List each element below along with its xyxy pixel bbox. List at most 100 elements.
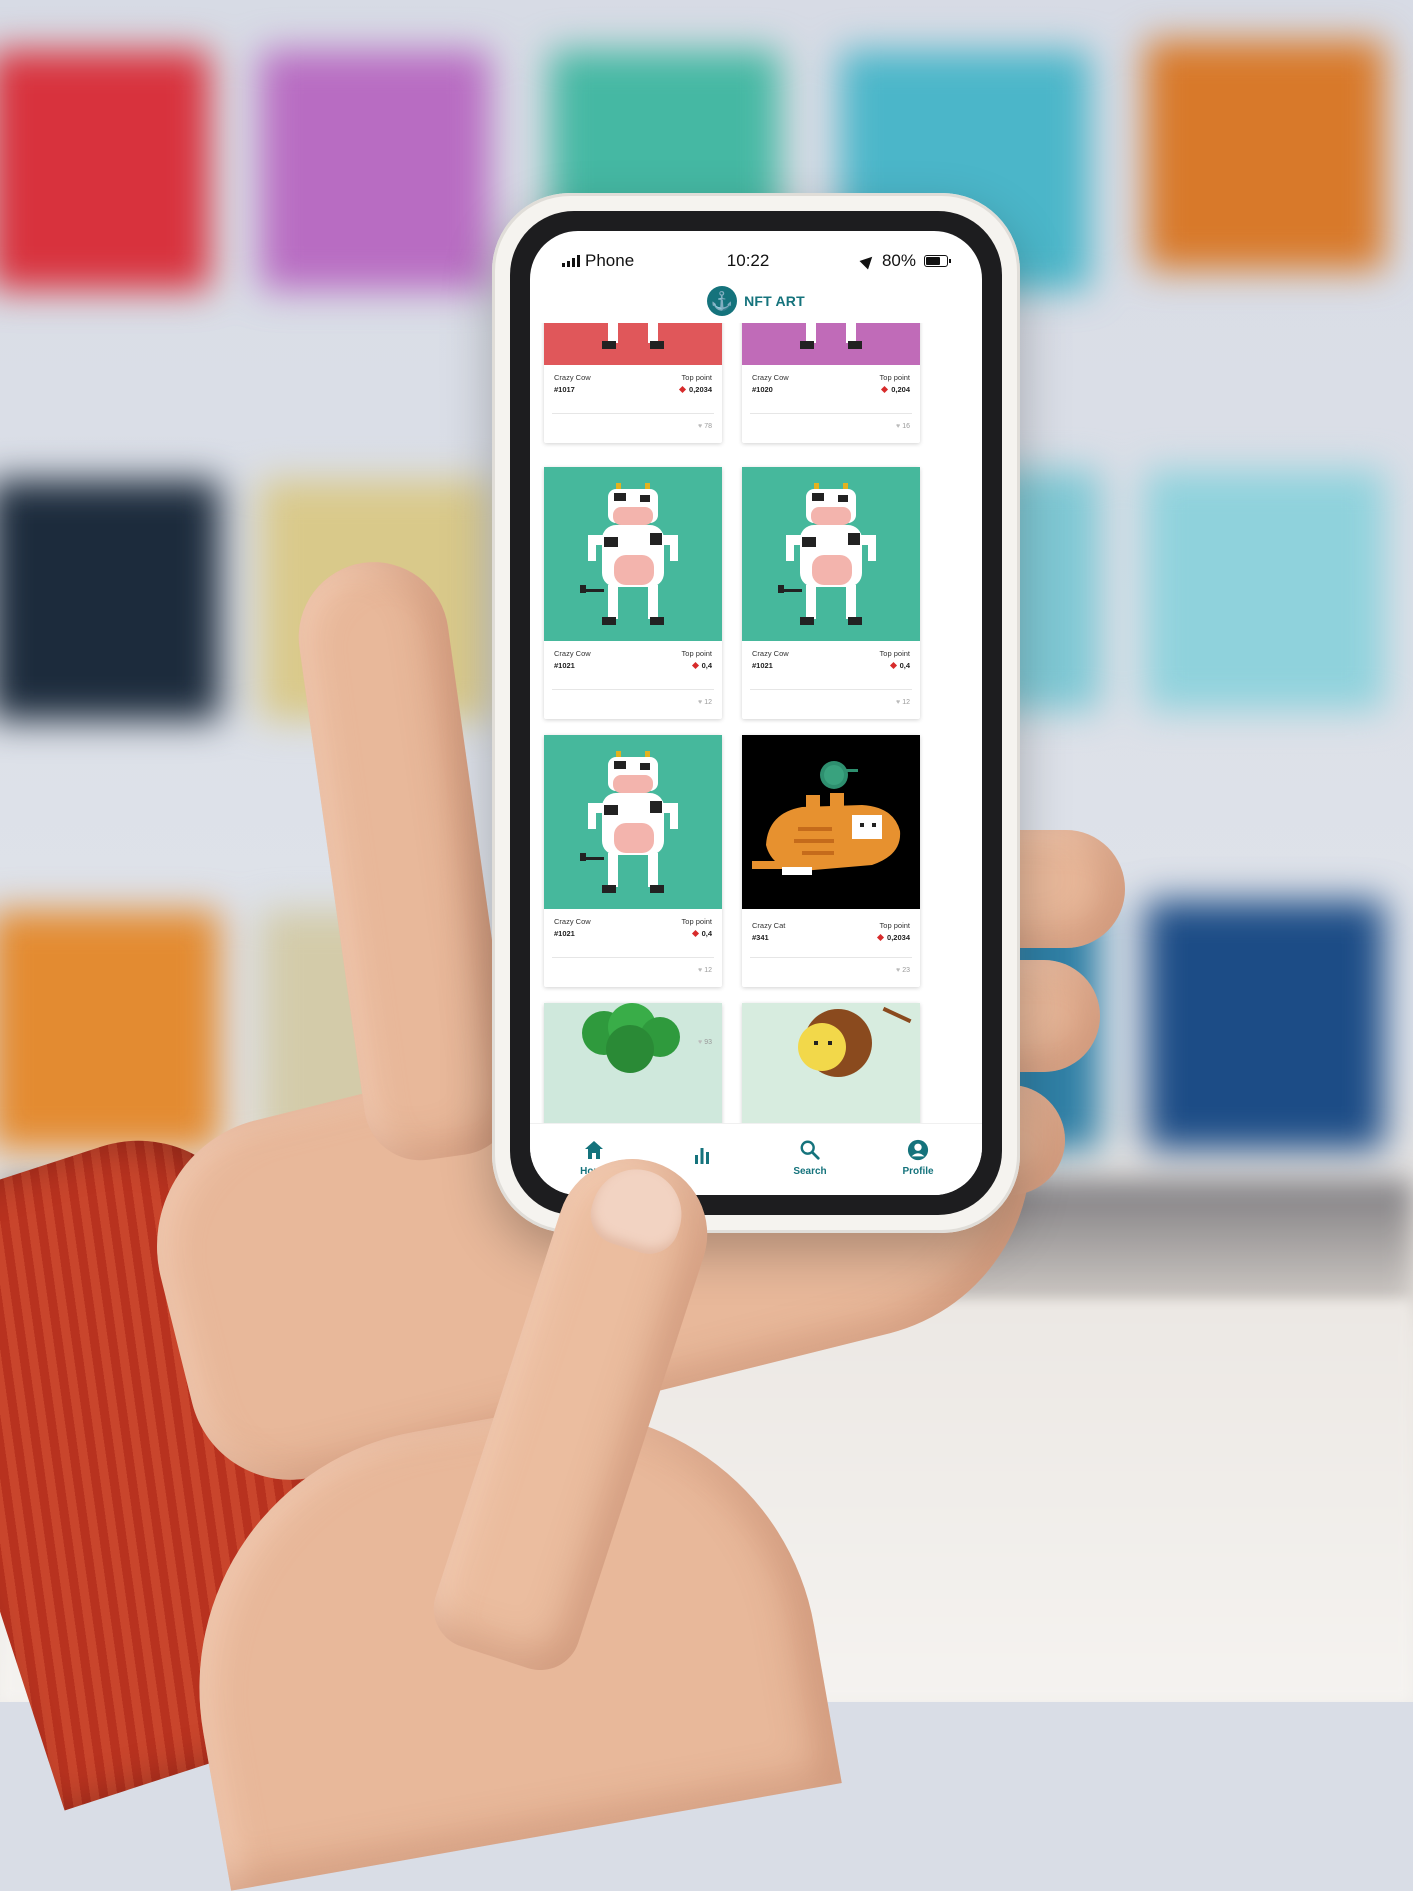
cow-illustration xyxy=(778,483,876,625)
cat-illustration xyxy=(752,761,901,875)
carrier-label: Phone xyxy=(585,251,635,270)
app-header: ⚓ NFT ART xyxy=(530,281,982,321)
nft-card-info: Crazy Cow #1020 Top point 0,204 xyxy=(742,365,920,403)
location-arrow-icon xyxy=(859,252,877,270)
nft-image[interactable] xyxy=(544,1003,722,1123)
price-value: 0,4 xyxy=(889,661,910,670)
nft-image[interactable] xyxy=(544,467,722,641)
cow-illustration xyxy=(580,751,678,893)
like-count[interactable]: ♥ 12 xyxy=(896,699,910,706)
like-count[interactable]: ♥ 93 xyxy=(698,1039,712,1046)
nft-price-group: Top point 0,4 xyxy=(880,641,910,679)
diamond-icon xyxy=(679,385,687,394)
phone-bezel: Phone 10:22 80% ⚓ NFT ART Crazy Cow #101… xyxy=(510,211,1002,1215)
status-bar: Phone 10:22 80% xyxy=(530,231,982,277)
price-value: 0,204 xyxy=(881,385,910,394)
heart-icon: ♥ xyxy=(896,967,901,974)
price-value: 0,4 xyxy=(691,929,712,938)
price-amount: 0,4 xyxy=(701,661,712,670)
nft-id: #341 xyxy=(752,933,769,942)
price-label: Top point xyxy=(681,649,712,658)
nft-card-info: Crazy Cat #341 Top point 0,2034 xyxy=(742,913,920,951)
bar-chart-icon xyxy=(691,1144,713,1166)
price-amount: 0,204 xyxy=(891,385,910,394)
like-count-value: 12 xyxy=(902,699,910,706)
nft-card-info: Crazy Cow #1021 Top point 0,4 xyxy=(544,909,722,947)
like-count[interactable]: ♥ 12 xyxy=(698,699,712,706)
price-label: Top point xyxy=(879,373,910,382)
card-divider xyxy=(750,957,912,958)
nft-card[interactable]: Crazy Cow #1021 Top point 0,4 ♥ 12 xyxy=(544,735,722,987)
price-label: Top point xyxy=(879,649,910,658)
nft-id: #1021 xyxy=(752,661,773,670)
fingernail xyxy=(582,1157,694,1262)
heart-icon: ♥ xyxy=(698,699,703,706)
nft-card-info: Crazy Cow #1021 Top point 0,4 xyxy=(544,641,722,679)
like-count-value: 93 xyxy=(704,1039,712,1046)
nft-image[interactable] xyxy=(742,323,920,365)
nft-image[interactable] xyxy=(742,467,920,641)
nft-title-group: Crazy Cow #1020 xyxy=(752,365,789,403)
price-amount: 0,4 xyxy=(899,661,910,670)
nav-search-label: Search xyxy=(793,1165,827,1177)
nft-title-group: Crazy Cow #1021 xyxy=(554,909,591,947)
nft-image[interactable] xyxy=(544,323,722,365)
price-label: Top point xyxy=(681,373,712,382)
like-count-value: 12 xyxy=(704,699,712,706)
card-divider xyxy=(552,957,714,958)
like-count[interactable]: ♥ 16 xyxy=(896,423,910,430)
anchor-icon[interactable]: ⚓ xyxy=(707,286,738,316)
cow-illustration xyxy=(580,483,678,625)
nft-title-group: Crazy Cow #1021 xyxy=(752,641,789,679)
nft-card-grid[interactable]: Crazy Cow #1017 Top point 0,2034 ♥ 78 Crazy C… xyxy=(530,323,982,1123)
nft-id: #1021 xyxy=(554,929,575,938)
diamond-icon xyxy=(691,661,699,670)
nft-name: Crazy Cat xyxy=(752,921,786,930)
clock: 10:22 xyxy=(726,251,770,270)
lion-illustration xyxy=(798,1006,912,1077)
heart-icon: ♥ xyxy=(698,967,703,974)
nft-card[interactable]: Crazy Cow #1017 Top point 0,2034 ♥ 78 xyxy=(544,323,722,443)
card-divider xyxy=(750,413,912,414)
price-value: 0,4 xyxy=(691,661,712,670)
card-divider xyxy=(552,413,714,414)
nft-image[interactable] xyxy=(742,735,920,909)
phone-screen[interactable]: Phone 10:22 80% ⚓ NFT ART Crazy Cow #101… xyxy=(530,231,982,1195)
price-amount: 0,2034 xyxy=(689,385,712,394)
nav-profile-label: Profile xyxy=(902,1165,934,1177)
nft-name: Crazy Cow xyxy=(554,917,591,926)
status-left: Phone xyxy=(562,251,634,271)
nft-image[interactable] xyxy=(742,1003,920,1123)
nft-price-group: Top point 0,204 xyxy=(880,365,910,403)
nft-image[interactable] xyxy=(544,735,722,909)
price-amount: 0,2034 xyxy=(887,933,910,942)
like-count[interactable]: ♥ 12 xyxy=(698,967,712,974)
nav-search[interactable]: Search xyxy=(770,1139,850,1177)
card-divider xyxy=(750,689,912,690)
like-count-value: 12 xyxy=(704,967,712,974)
nft-card-info: Crazy Cow #1017 Top point 0,2034 xyxy=(544,365,722,403)
like-count[interactable]: ♥ 78 xyxy=(698,423,712,430)
tree-illustration xyxy=(582,1003,680,1073)
heart-icon: ♥ xyxy=(896,699,901,706)
nft-id: #1021 xyxy=(554,661,575,670)
nav-stats[interactable] xyxy=(662,1144,742,1171)
nft-card[interactable]: Crazy Cat #341 Top point 0,2034 ♥ 23 xyxy=(742,735,920,987)
nav-profile[interactable]: Profile xyxy=(878,1139,958,1177)
heart-icon: ♥ xyxy=(896,423,901,430)
heart-icon: ♥ xyxy=(698,423,703,430)
nft-card[interactable]: Crazy Cow #1021 Top point 0,4 ♥ 12 xyxy=(544,467,722,719)
nft-card[interactable]: Crazy Cow #1021 Top point 0,4 ♥ 12 xyxy=(742,467,920,719)
card-divider xyxy=(552,689,714,690)
search-icon xyxy=(799,1139,821,1161)
nft-card[interactable]: ♥ 93 xyxy=(544,1003,722,1123)
nft-price-group: Top point 0,2034 xyxy=(877,913,910,951)
price-amount: 0,4 xyxy=(701,929,712,938)
home-icon xyxy=(583,1139,605,1161)
diamond-icon xyxy=(881,385,889,394)
like-count[interactable]: ♥ 23 xyxy=(896,967,910,974)
diamond-icon xyxy=(877,933,885,942)
diamond-icon xyxy=(889,661,897,670)
nft-card[interactable] xyxy=(742,1003,920,1123)
nft-card[interactable]: Crazy Cow #1020 Top point 0,204 ♥ 16 xyxy=(742,323,920,443)
